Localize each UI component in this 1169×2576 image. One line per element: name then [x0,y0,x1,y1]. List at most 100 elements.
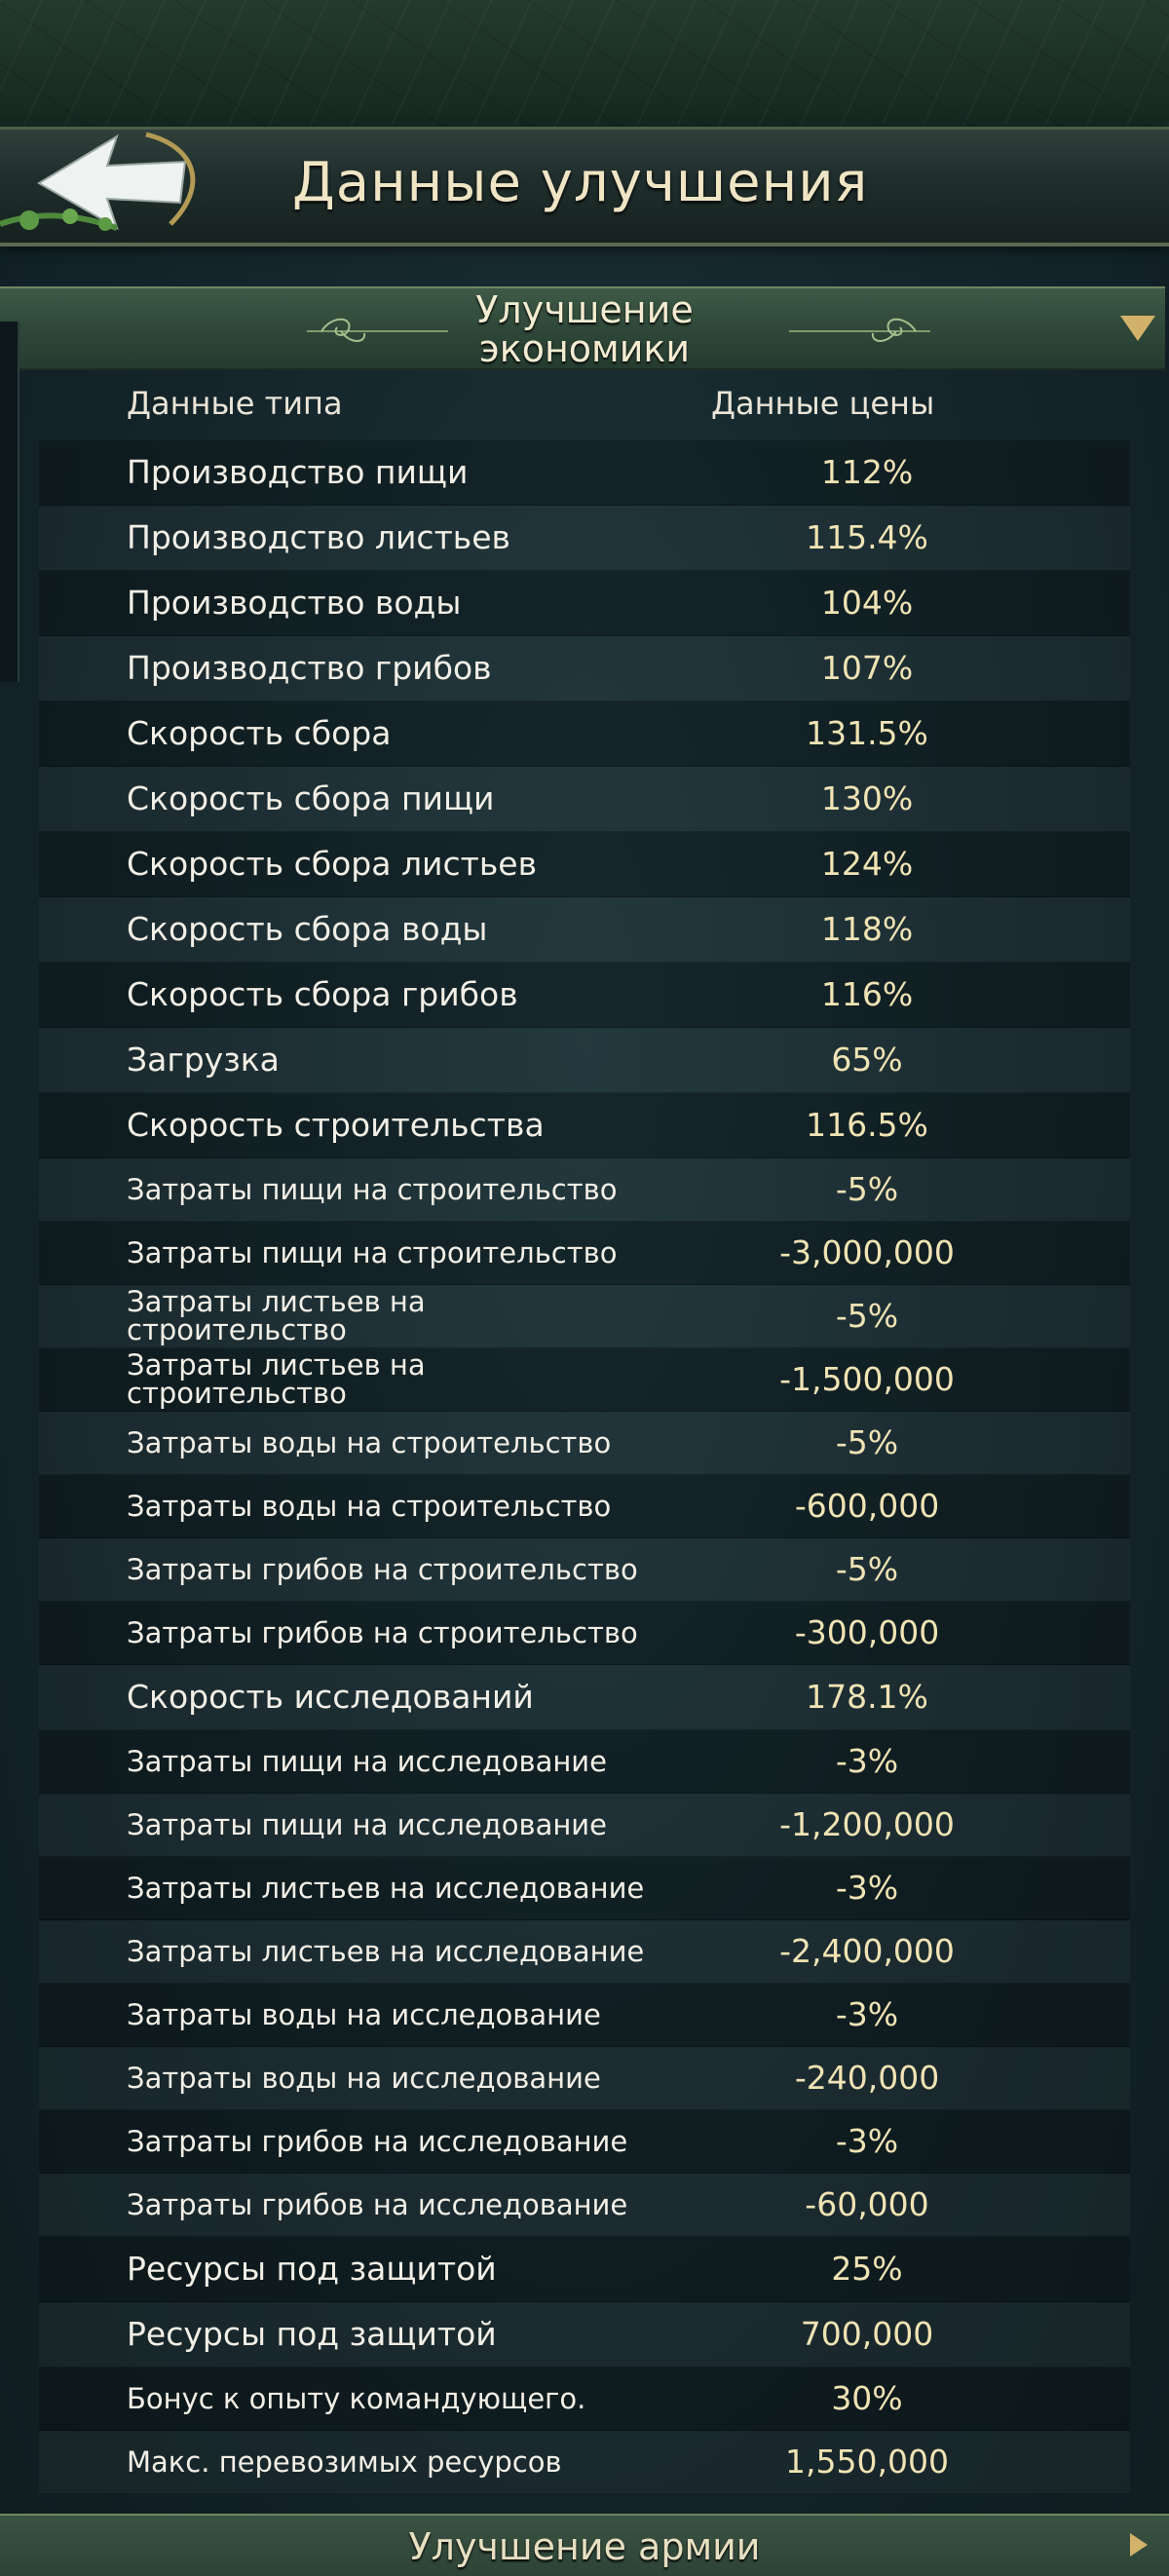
row-value: -3% [835,1995,899,2033]
row-label: Затраты листьев на строительство [127,1348,426,1410]
row-label: Скорость сбора листьев [127,845,538,883]
table-row: Затраты листьев на исследование -3% [39,1857,1130,1920]
table-row: Затраты листьев на строительство -5% [39,1285,1130,1348]
row-label: Затраты воды на исследование [127,1997,601,2031]
row-value: -60,000 [805,2185,929,2223]
top-texture [0,0,1169,127]
row-label: Затраты грибов на строительство [127,1615,638,1649]
row-label: Затраты пищи на строительство [127,1172,618,1206]
row-label: Затраты воды на строительство [127,1489,612,1523]
row-value: -1,500,000 [779,1360,955,1398]
row-value: 115.4% [806,518,928,556]
table-row: Затраты грибов на исследование -3% [39,2110,1130,2174]
table-row: Затраты пищи на строительство -5% [39,1158,1130,1222]
back-arrow-icon [0,132,196,231]
table-row: Затраты грибов на исследование -60,000 [39,2174,1130,2237]
table-row: Затраты грибов на строительство -300,000 [39,1602,1130,1665]
table-row: Ресурсы под защитой 25% [39,2237,1130,2302]
row-value: -5% [835,1423,899,1461]
row-label: Затраты грибов на исследование [127,2124,628,2158]
row-value: -300,000 [794,1613,940,1651]
row-value: 65% [831,1041,903,1079]
row-label: Затраты пищи на исследование [127,1807,607,1841]
row-value: 112% [820,453,914,491]
row-label: Затраты воды на исследование [127,2061,601,2095]
row-label: Скорость исследований [127,1678,534,1716]
table-row: Затраты воды на строительство -600,000 [39,1475,1130,1538]
table-row: Затраты листьев на строительство -1,500,0… [39,1348,1130,1412]
row-value: 116% [820,975,914,1013]
table-row: Скорость исследований 178.1% [39,1665,1130,1730]
side-tab [0,322,19,682]
section-army-header[interactable]: Улучшение армии [0,2514,1169,2576]
row-value: 124% [820,845,914,883]
row-label: Бонус к опыту командующего. [127,2381,586,2415]
row-value: 1,550,000 [785,2443,949,2481]
row-label: Производство воды [127,584,462,622]
row-value: 131.5% [806,714,928,752]
row-label: Скорость сбора [127,714,392,752]
table-row: Скорость сбора листьев 124% [39,832,1130,897]
section-economy-header[interactable]: Улучшение экономики [0,286,1165,370]
table-row: Скорость сбора грибов 116% [39,963,1130,1028]
row-label: Затраты листьев на исследование [127,1871,645,1905]
row-label: Скорость строительства [127,1106,545,1144]
row-label: Производство листьев [127,518,511,556]
table-row: Скорость строительства 116.5% [39,1093,1130,1158]
row-label: Затраты воды на строительство [127,1425,612,1459]
row-value: -2,400,000 [779,1932,955,1970]
section-title: Улучшение экономики [475,288,694,370]
row-value: -3% [835,2122,899,2160]
table-row: Ресурсы под защитой 700,000 [39,2302,1130,2368]
table-row: Затраты пищи на исследование -3% [39,1730,1130,1794]
table-row: Затраты пищи на исследование -1,200,000 [39,1794,1130,1857]
table-row: Затраты воды на исследование -240,000 [39,2047,1130,2110]
row-value: 118% [820,910,914,948]
row-label: Ресурсы под защитой [127,2315,497,2353]
right-ornament-icon [789,318,930,342]
table-row: Производство пищи 112% [39,440,1130,506]
row-value: 130% [820,779,914,817]
row-label: Производство пищи [127,453,469,491]
chevron-right-icon[interactable] [1130,2533,1148,2557]
row-label: Скорость сбора воды [127,910,488,948]
row-value: 178.1% [806,1678,928,1716]
row-value: -1,200,000 [779,1805,955,1843]
row-label: Затраты пищи на исследование [127,1744,607,1778]
table-row: Скорость сбора воды 118% [39,897,1130,963]
row-label: Ресурсы под защитой [127,2250,497,2288]
section-army-title: Улучшение армии [408,2525,761,2568]
table-row: Производство листьев 115.4% [39,506,1130,571]
row-label: Макс. перевозимых ресурсов [127,2444,562,2479]
column-headers: Данные типа Данные цены [39,372,1130,435]
row-value: 116.5% [806,1106,928,1144]
row-value: -5% [835,1297,899,1335]
back-button[interactable] [0,127,224,242]
row-label: Затраты листьев на исследование [127,1934,645,1968]
column-header-price: Данные цены [711,385,935,422]
row-label: Затраты пищи на строительство [127,1235,618,1269]
table-row: Загрузка 65% [39,1028,1130,1093]
table-row: Затраты пищи на строительство -3,000,000 [39,1222,1130,1285]
row-value: -5% [835,1170,899,1208]
row-value: -3,000,000 [779,1233,955,1271]
row-value: 104% [820,584,914,622]
table-row: Затраты воды на исследование -3% [39,1984,1130,2047]
row-value: 30% [831,2379,903,2417]
table-row: Скорость сбора пищи 130% [39,767,1130,832]
row-value: 25% [831,2250,903,2288]
row-value: 107% [820,649,914,687]
row-value: -240,000 [794,2059,940,2097]
row-label: Затраты грибов на исследование [127,2187,628,2221]
table-row: Макс. перевозимых ресурсов 1,550,000 [39,2431,1130,2494]
chevron-down-icon[interactable] [1120,316,1155,341]
row-label: Затраты грибов на строительство [127,1552,638,1586]
row-value: -5% [835,1550,899,1588]
row-label: Загрузка [127,1041,280,1079]
row-value: -3% [835,1742,899,1780]
column-header-type: Данные типа [127,385,343,422]
table-row: Производство грибов 107% [39,636,1130,701]
table-row: Затраты грибов на строительство -5% [39,1538,1130,1602]
table-row: Производство воды 104% [39,571,1130,636]
table-row: Скорость сбора 131.5% [39,701,1130,767]
